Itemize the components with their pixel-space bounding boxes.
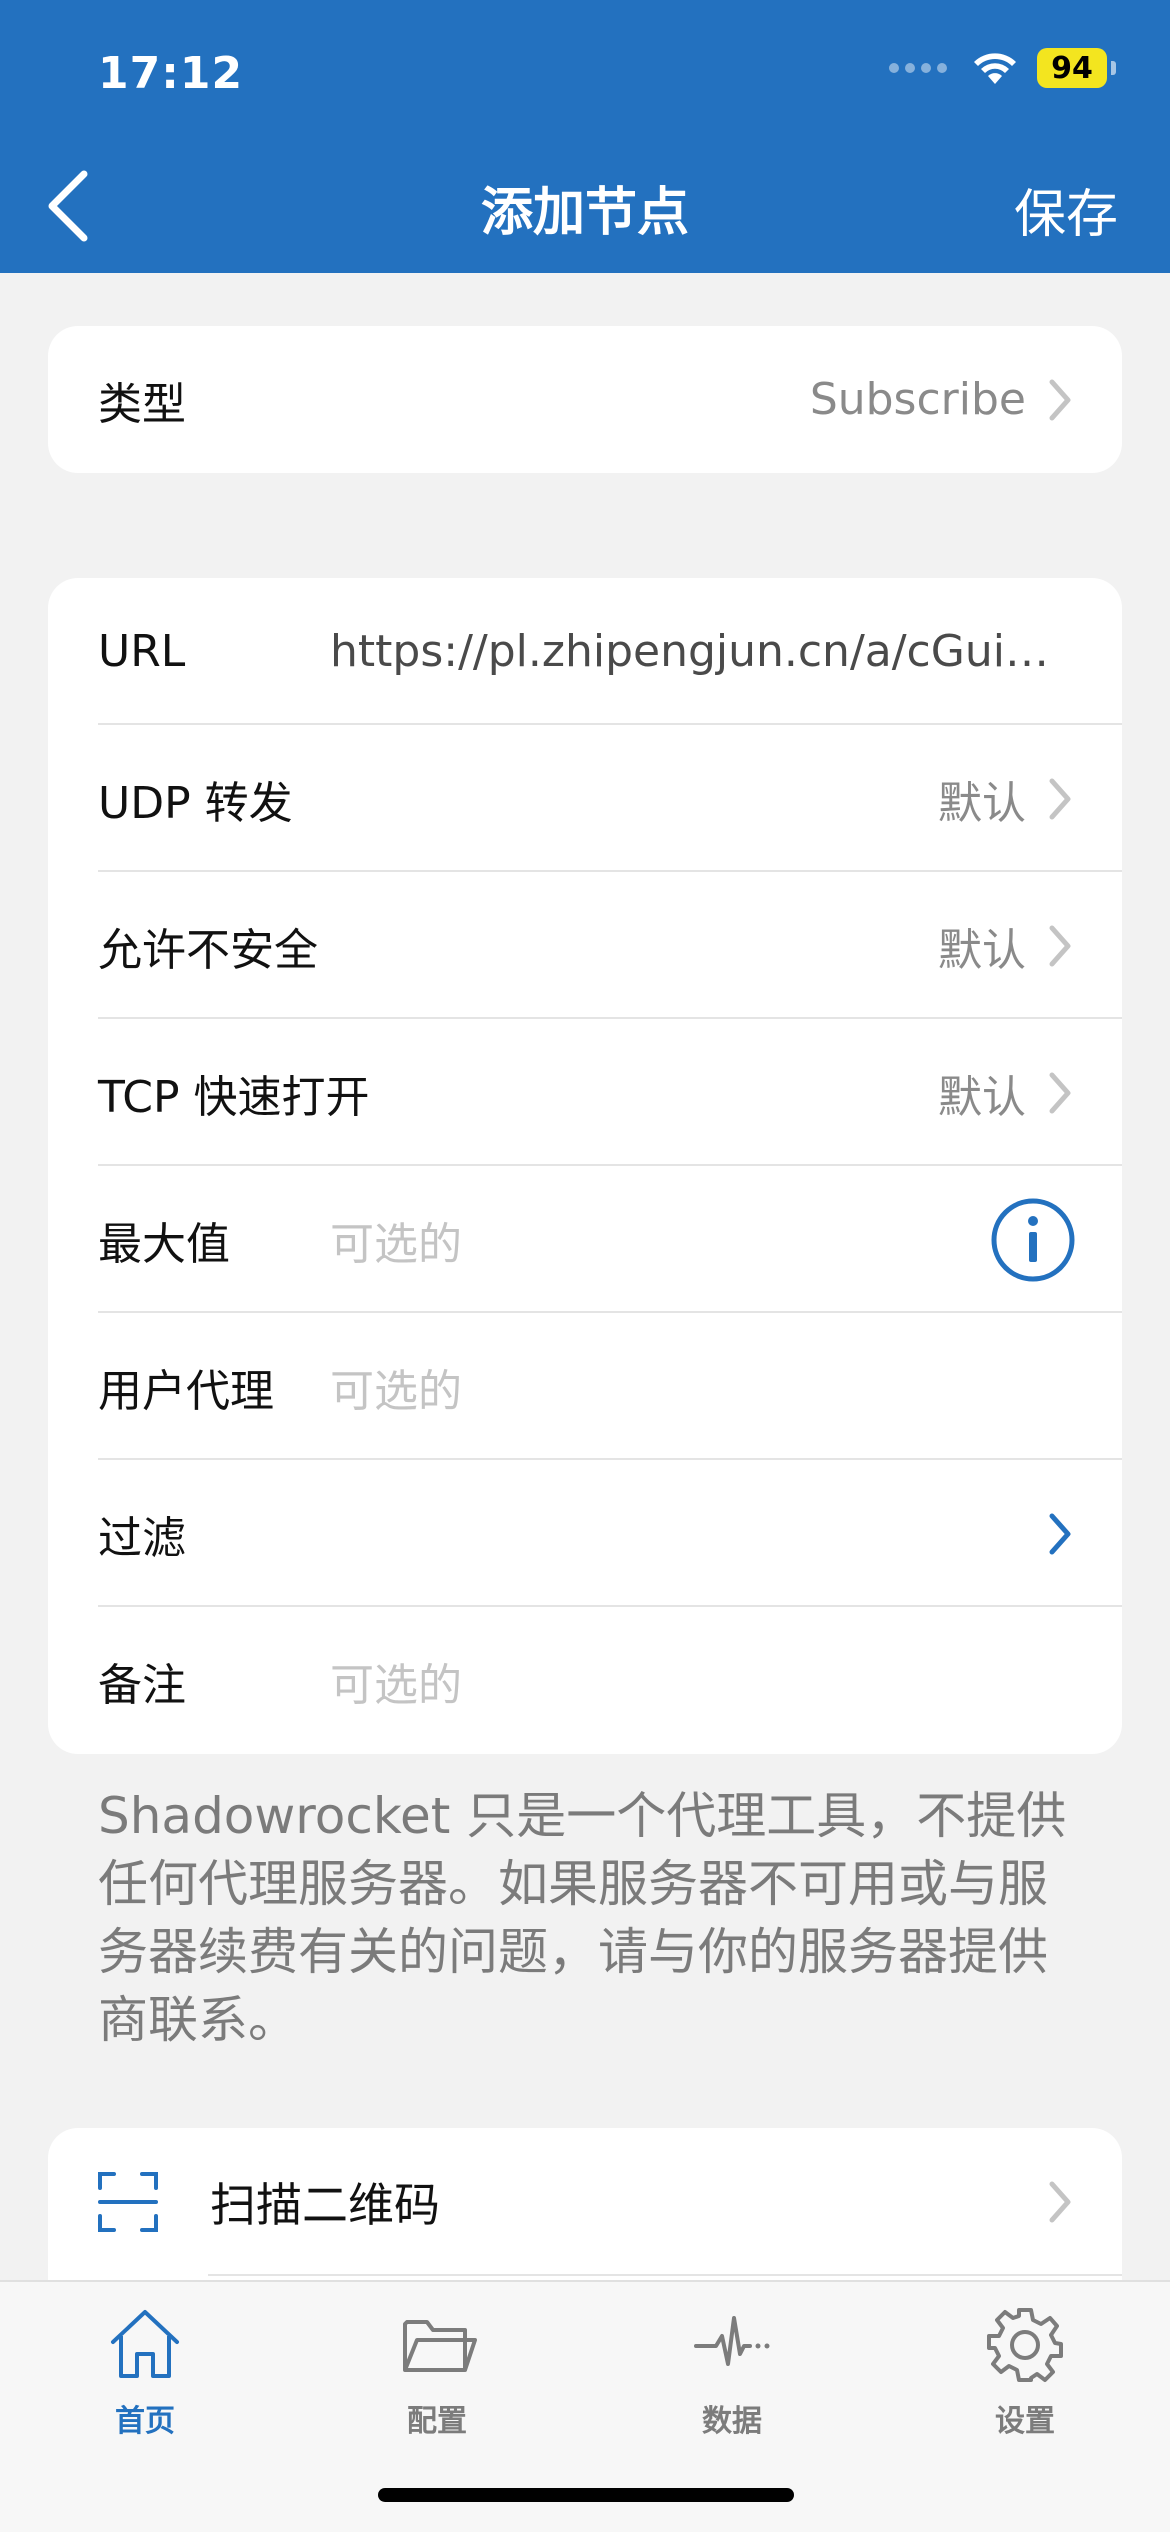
allow-insecure-value: 默认 <box>938 924 1026 976</box>
status-time: 17:12 <box>98 48 244 99</box>
max-input[interactable]: 可选的 <box>330 1208 990 1272</box>
type-row[interactable]: 类型 Subscribe <box>48 326 1122 473</box>
max-label: 最大值 <box>98 1218 230 1270</box>
user-agent-input[interactable]: 可选的 <box>330 1355 1072 1419</box>
gear-icon <box>987 2308 1063 2382</box>
nav-header: 17:12 94 添加节点 保存 <box>0 0 1170 273</box>
tab-settings[interactable]: 设置 <box>925 2304 1125 2440</box>
remark-row: 备注 可选的 <box>48 1607 1122 1754</box>
filter-label: 过滤 <box>98 1512 186 1564</box>
max-row: 最大值 可选的 <box>48 1166 1122 1313</box>
disclaimer-text: Shadowrocket 只是一个代理工具，不提供任何代理服务器。如果服务器不可… <box>98 1787 1067 2049</box>
url-row[interactable]: URL https://pl.zhipengjun.cn/a/cGuip... <box>48 578 1122 725</box>
url-field[interactable]: https://pl.zhipengjun.cn/a/cGuip... <box>330 626 1072 677</box>
chevron-right-icon <box>1049 1072 1071 1113</box>
tab-config-label: 配置 <box>407 2404 467 2439</box>
home-indicator <box>378 2488 794 2502</box>
filter-row[interactable]: 过滤 <box>48 1460 1122 1607</box>
tab-data[interactable]: 数据 <box>632 2304 832 2440</box>
pulse-icon <box>694 2316 770 2366</box>
tab-config[interactable]: 配置 <box>337 2304 537 2440</box>
chevron-right-icon <box>1049 379 1071 420</box>
tcp-fast-open-value: 默认 <box>938 1071 1026 1123</box>
page-title: 添加节点 <box>480 183 689 243</box>
url-label: URL <box>98 626 186 677</box>
battery-icon: 94 <box>1037 48 1107 88</box>
remark-input[interactable]: 可选的 <box>330 1649 1072 1713</box>
chevron-right-icon <box>1049 2181 1071 2222</box>
udp-relay-row[interactable]: UDP 转发 默认 <box>48 725 1122 872</box>
battery-level: 94 <box>1051 50 1093 86</box>
actions-card: 扫描二维码 <box>48 2128 1122 2298</box>
scan-qr-row[interactable]: 扫描二维码 <box>48 2128 1122 2275</box>
status-indicators: 94 <box>889 48 1116 88</box>
tab-home[interactable]: 首页 <box>45 2304 245 2440</box>
udp-relay-value: 默认 <box>938 777 1026 829</box>
user-agent-row: 用户代理 可选的 <box>48 1313 1122 1460</box>
tab-data-label: 数据 <box>702 2404 762 2439</box>
type-value: Subscribe <box>809 374 1026 425</box>
cellular-signal-icon <box>889 63 947 73</box>
user-agent-label: 用户代理 <box>98 1365 274 1417</box>
tcp-fast-open-label: TCP 快速打开 <box>98 1071 370 1123</box>
folder-icon <box>403 2320 477 2372</box>
type-label: 类型 <box>98 378 186 430</box>
chevron-right-icon <box>1049 778 1071 819</box>
tcp-fast-open-row[interactable]: TCP 快速打开 默认 <box>48 1019 1122 1166</box>
chevron-right-icon <box>1049 1513 1071 1554</box>
node-form-card: URL https://pl.zhipengjun.cn/a/cGuip... … <box>48 578 1122 1754</box>
tab-settings-label: 设置 <box>995 2404 1055 2439</box>
home-icon <box>111 2310 179 2378</box>
tab-home-label: 首页 <box>115 2404 175 2439</box>
type-card: 类型 Subscribe <box>48 326 1122 473</box>
udp-relay-label: UDP 转发 <box>98 777 293 829</box>
chevron-right-icon <box>1049 925 1071 966</box>
scan-qr-label: 扫描二维码 <box>210 2177 440 2232</box>
allow-insecure-row[interactable]: 允许不安全 默认 <box>48 872 1122 1019</box>
info-icon[interactable] <box>990 1197 1076 1283</box>
remark-label: 备注 <box>98 1659 186 1711</box>
wifi-icon <box>974 53 1016 84</box>
save-button[interactable]: 保存 <box>1014 172 1118 247</box>
qr-scan-icon <box>98 2171 158 2232</box>
allow-insecure-label: 允许不安全 <box>98 924 318 976</box>
